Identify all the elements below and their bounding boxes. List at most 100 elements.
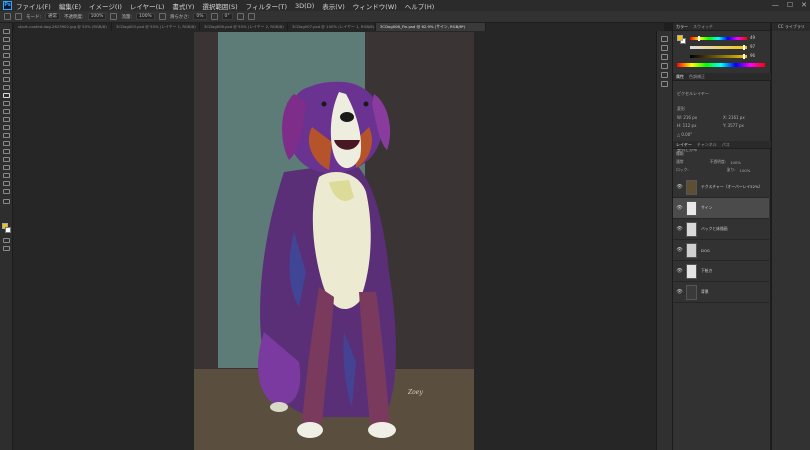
visibility-eye-icon[interactable]: 👁 (676, 205, 683, 211)
character-panel-icon[interactable] (661, 54, 668, 60)
tab-document-2[interactable]: 3CDog003.psd @ 50% (レイヤー 1, RGB/8) (112, 23, 200, 31)
tab-swatches[interactable]: スウォッチ (693, 24, 713, 30)
tab-channels[interactable]: チャンネル (697, 142, 717, 148)
menu-file[interactable]: ファイル(F) (16, 1, 51, 11)
menu-filter[interactable]: フィルター(T) (246, 1, 287, 11)
layer-thumbnail[interactable] (686, 221, 697, 237)
maximize-button[interactable]: ☐ (787, 1, 793, 9)
quick-select-tool-icon[interactable] (3, 53, 10, 58)
close-button[interactable]: ✕ (801, 1, 807, 9)
symmetry-icon[interactable] (247, 13, 255, 20)
brightness-slider-knob[interactable] (742, 54, 745, 59)
layer-name[interactable]: DOG (701, 248, 710, 253)
flow-input[interactable]: 100% (135, 13, 155, 20)
info-panel-icon[interactable] (661, 81, 668, 87)
blur-tool-icon[interactable] (3, 133, 10, 138)
tab-paths[interactable]: パス (722, 142, 730, 148)
height-field[interactable]: H: 112 px (677, 123, 696, 128)
layer-name[interactable]: バックと床描画 (701, 226, 728, 232)
glyphs-panel-icon[interactable] (661, 72, 668, 78)
pressure-size-icon[interactable] (236, 13, 244, 20)
gradient-tool-icon[interactable] (3, 125, 10, 130)
y-field[interactable]: Y: 3577 px (723, 123, 744, 128)
x-field[interactable]: X: 2161 px (723, 115, 745, 120)
history-brush-tool-icon[interactable] (3, 109, 10, 114)
eyedropper-tool-icon[interactable] (3, 77, 10, 82)
brightness-value[interactable]: 96 (750, 53, 755, 58)
layer-filter-select[interactable]: 種類 (676, 151, 684, 157)
paragraph-panel-icon[interactable] (661, 63, 668, 69)
saturation-value[interactable]: 97 (750, 44, 755, 49)
tab-adjustments[interactable]: 色調補正 (689, 74, 705, 80)
layer-opacity-input[interactable]: 100% (730, 160, 741, 165)
history-icon[interactable] (661, 36, 668, 42)
layer-thumbnail[interactable] (686, 200, 697, 216)
brush-preset-icon[interactable] (4, 13, 11, 20)
tab-properties[interactable]: 属性 (676, 74, 684, 80)
menu-image[interactable]: イメージ(I) (89, 1, 122, 11)
hue-slider[interactable] (690, 36, 747, 41)
layer-thumbnail[interactable] (686, 242, 697, 258)
width-field[interactable]: W: 216 px (677, 115, 697, 120)
angle-input[interactable]: 0° (221, 13, 233, 20)
lasso-tool-icon[interactable] (3, 45, 10, 50)
tab-document-active[interactable]: 3CDog008_Fin.psd @ 62.9% (サイン, RGB/8*) (376, 23, 486, 31)
layer-row[interactable]: 👁 サイン (673, 198, 769, 219)
layer-thumbnail[interactable] (686, 284, 697, 300)
menu-view[interactable]: 表示(V) (322, 1, 345, 11)
layer-row[interactable]: 👁 DOG (673, 240, 769, 261)
fill-input[interactable]: 100% (740, 168, 751, 173)
mode-select[interactable]: 通常 (45, 13, 61, 20)
brush-settings-icon[interactable] (15, 13, 22, 20)
layer-row[interactable]: 👁 バックと床描画 (673, 219, 769, 240)
hand-tool-icon[interactable] (3, 181, 10, 186)
edit-toolbar-icon[interactable] (3, 199, 10, 204)
tab-layers[interactable]: レイヤー (676, 142, 692, 148)
smoothing-input[interactable]: 0% (193, 13, 207, 20)
layer-name[interactable]: 背景 (701, 289, 709, 295)
brush-settings-panel-icon[interactable] (661, 45, 668, 51)
menu-window[interactable]: ウィンドウ(W) (353, 1, 397, 11)
quick-mask-icon[interactable] (3, 238, 10, 243)
menu-type[interactable]: 書式(Y) (172, 1, 194, 11)
tab-color[interactable]: カラー (676, 24, 688, 30)
menu-help[interactable]: ヘルプ(H) (405, 1, 434, 11)
visibility-eye-icon[interactable]: 👁 (676, 226, 683, 232)
layer-name[interactable]: 下絵き (701, 268, 712, 274)
photoshop-logo-icon[interactable]: Ps (3, 1, 12, 10)
blend-mode-select[interactable]: 通常 (676, 159, 684, 165)
visibility-eye-icon[interactable]: 👁 (676, 247, 683, 253)
healing-brush-tool-icon[interactable] (3, 85, 10, 90)
type-tool-icon[interactable] (3, 157, 10, 162)
layer-row[interactable]: 👁 背景 (673, 282, 769, 303)
path-select-tool-icon[interactable] (3, 165, 10, 170)
brightness-slider[interactable] (690, 54, 747, 59)
dodge-tool-icon[interactable] (3, 141, 10, 146)
menu-3d[interactable]: 3D(D) (295, 2, 314, 10)
brush-tool-icon[interactable] (3, 93, 10, 98)
tab-document-1[interactable]: short-coated-dog-2623902.jpg @ 50% (RGB/… (14, 23, 112, 31)
hue-value[interactable]: 49 (750, 35, 755, 40)
document-canvas[interactable]: Zoey (194, 32, 474, 450)
canvas-workspace[interactable]: Zoey (13, 31, 664, 450)
screen-mode-icon[interactable] (3, 246, 10, 251)
layer-row[interactable]: 👁 テクスチャー（オーバーレイ52%） (673, 177, 769, 198)
layer-thumbnail[interactable] (686, 263, 697, 279)
tab-document-4[interactable]: 3CDog007.psd @ 100% (レイヤー 1, RGB/8) (288, 23, 376, 31)
tab-document-3[interactable]: 3CDog006.psd @ 50% (レイヤー 2, RGB/8) (200, 23, 288, 31)
pen-tool-icon[interactable] (3, 149, 10, 154)
zoom-tool-icon[interactable] (3, 189, 10, 194)
color-spectrum[interactable] (677, 63, 765, 67)
saturation-slider-knob[interactable] (743, 45, 746, 50)
saturation-slider[interactable] (690, 45, 747, 50)
clone-stamp-tool-icon[interactable] (3, 101, 10, 106)
marquee-tool-icon[interactable] (3, 37, 10, 42)
move-tool-icon[interactable] (3, 29, 10, 34)
visibility-eye-icon[interactable]: 👁 (676, 268, 683, 274)
layer-name[interactable]: サイン (701, 205, 712, 211)
crop-tool-icon[interactable] (3, 61, 10, 66)
angle-field[interactable]: △ 0.00° (677, 132, 692, 137)
menu-edit[interactable]: 編集(E) (59, 1, 81, 11)
menu-select[interactable]: 選択範囲(S) (202, 1, 237, 11)
airbrush-icon[interactable] (158, 13, 166, 20)
